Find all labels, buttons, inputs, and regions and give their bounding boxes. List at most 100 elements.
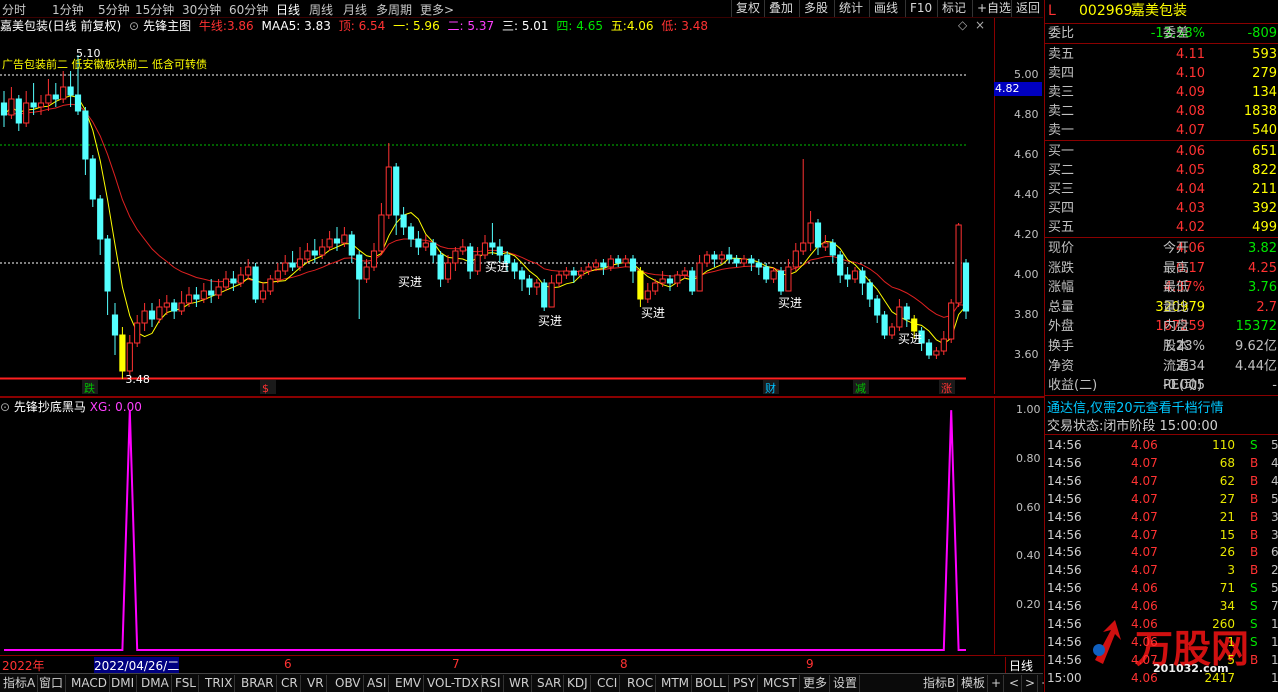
maa5-label: MAA5:	[261, 19, 301, 33]
tick-time: 14:56	[1047, 509, 1082, 524]
right-tab-3[interactable]: <	[1007, 675, 1023, 692]
close-icon[interactable]: ×	[975, 18, 985, 32]
tf-multi[interactable]: 多周期	[376, 1, 412, 18]
right-tab-2[interactable]: +	[989, 675, 1005, 692]
main-tick-0: 5.00	[1014, 68, 1039, 81]
fuquan-button[interactable]: 复权	[731, 0, 760, 17]
tab-5[interactable]: FSL	[173, 675, 199, 692]
diejia-button[interactable]: 叠加	[764, 0, 793, 17]
tab-1[interactable]: 窗口	[37, 675, 67, 692]
trade-status-value: 闭市阶段 15:00:00	[1103, 419, 1218, 434]
tongji-button[interactable]: 统计	[834, 0, 863, 17]
event-tag-2[interactable]: 财	[765, 381, 776, 395]
tf-15min[interactable]: 15分钟	[135, 1, 174, 18]
tab-13[interactable]: VOL-TDX	[425, 675, 482, 692]
diamond-icon[interactable]: ◇	[958, 18, 967, 32]
promo-link[interactable]: 通达信,仅需20元查看千档行情	[1047, 397, 1224, 416]
candle-body	[881, 314, 888, 336]
tab-16[interactable]: SAR	[535, 675, 565, 692]
tab-0[interactable]: 指标A	[1, 675, 39, 692]
tab-21[interactable]: BOLL	[693, 675, 729, 692]
tab-20[interactable]: MTM	[659, 675, 693, 692]
f10-button[interactable]: F10	[905, 0, 932, 17]
tab-14[interactable]: RSI	[479, 675, 504, 692]
tf-5min[interactable]: 5分钟	[98, 1, 130, 18]
candle-body	[378, 214, 385, 252]
tick-count: 1	[1271, 634, 1278, 649]
tab-22[interactable]: PSY	[731, 675, 759, 692]
tab-19[interactable]: ROC	[625, 675, 657, 692]
sub-indicator-chart[interactable]	[0, 398, 994, 654]
tick-row: 14:56 4.07 62 B 4	[1045, 472, 1278, 490]
candle-body	[733, 258, 740, 264]
buy-label: 买三	[1048, 182, 1075, 197]
yi-value: 5.96	[412, 19, 440, 33]
tick-price: 4.07	[1131, 527, 1158, 542]
tick-row: 14:56 4.07 21 B 3	[1045, 508, 1278, 526]
buy-signal-0: 买进	[398, 275, 422, 289]
buy-price: 4.06	[1176, 144, 1205, 159]
back-button[interactable]: 返回	[1011, 0, 1040, 17]
tick-row: 14:56 4.07 26 B 6	[1045, 543, 1278, 561]
candle-body	[570, 270, 577, 276]
event-tag-1[interactable]: $	[262, 382, 269, 395]
candle-body	[400, 214, 407, 228]
tab-18[interactable]: CCI	[595, 675, 621, 692]
zixuan-button[interactable]: +自选	[972, 0, 1011, 17]
tf-30min[interactable]: 30分钟	[182, 1, 221, 18]
tab-4[interactable]: DMA	[139, 675, 172, 692]
tf-more[interactable]: 更多>	[420, 1, 454, 18]
buy-row-5: 买五 4.02 499	[1045, 218, 1278, 237]
chevron-down-icon[interactable]: ⊙	[129, 19, 139, 33]
main-price-chart[interactable]: 5.103.48买进买进买进买进买进买进跌 $ 财减涨	[0, 35, 994, 395]
candle-body	[888, 326, 896, 336]
event-tag-0[interactable]: 跌	[84, 381, 95, 395]
candle-body	[119, 334, 126, 372]
tick-volume: 26	[1219, 545, 1235, 560]
tab-25[interactable]: 设置	[831, 675, 861, 692]
tab-9[interactable]: VR	[305, 675, 327, 692]
tf-weekly[interactable]: 周线	[309, 1, 333, 18]
tick-price: 4.07	[1131, 545, 1158, 560]
tf-60min[interactable]: 60分钟	[229, 1, 268, 18]
tf-daily[interactable]: 日线	[276, 1, 300, 18]
sell-label: 卖一	[1048, 123, 1075, 138]
period-label[interactable]: 日线	[1005, 657, 1033, 674]
candle-body	[770, 270, 777, 280]
candle-body	[215, 286, 222, 296]
sell-price: 4.08	[1176, 104, 1205, 119]
ma-line-fast	[3, 95, 967, 345]
biaoji-button[interactable]: 标记	[937, 0, 966, 17]
tab-24[interactable]: 更多	[801, 675, 831, 692]
huaxian-button[interactable]: 画线	[869, 0, 898, 17]
tab-11[interactable]: ASI	[365, 675, 390, 692]
right-tab-1[interactable]: 模板	[959, 675, 989, 692]
sub-axis	[994, 398, 1044, 654]
er-value: 5.37	[467, 19, 495, 33]
right-tab-0[interactable]: 指标B	[921, 675, 959, 692]
tab-15[interactable]: WR	[507, 675, 533, 692]
event-tag-4[interactable]: 涨	[941, 382, 952, 395]
tab-8[interactable]: CR	[279, 675, 301, 692]
tf-monthly[interactable]: 月线	[343, 1, 367, 18]
candle-body	[259, 290, 267, 300]
tab-6[interactable]: TRIX	[203, 675, 236, 692]
tab-17[interactable]: KDJ	[565, 675, 591, 692]
tf-fenshi[interactable]: 分时	[2, 1, 26, 18]
duogu-button[interactable]: 多股	[799, 0, 828, 17]
event-tag-3[interactable]: 减	[855, 382, 866, 395]
candle-body	[208, 290, 215, 296]
tab-7[interactable]: BRAR	[239, 675, 277, 692]
tab-3[interactable]: DMI	[109, 675, 138, 692]
main-indicator-name[interactable]: 先锋主图	[143, 19, 191, 33]
main-tick-3: 4.40	[1014, 188, 1039, 201]
tf-1min[interactable]: 1分钟	[52, 1, 84, 18]
candle-body	[622, 258, 629, 264]
tab-23[interactable]: MCST	[761, 675, 800, 692]
candle-body	[681, 270, 688, 276]
tab-2[interactable]: MACD	[69, 675, 110, 692]
right-tab-4[interactable]: >	[1023, 675, 1039, 692]
tab-12[interactable]: EMV	[393, 675, 425, 692]
tab-10[interactable]: OBV	[333, 675, 364, 692]
candle-body	[452, 250, 459, 264]
